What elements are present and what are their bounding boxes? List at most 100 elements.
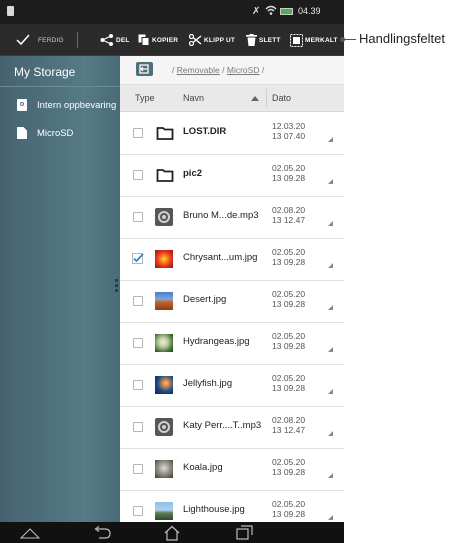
- file-date-time: 13 12.47: [272, 425, 306, 435]
- file-date-day: 02.05.20: [272, 373, 306, 383]
- tablet-screen: ✗ 04.39 FERDIG DEL KOPIER KLIPP UT SLETT: [0, 0, 344, 543]
- file-date-time: 13 07.40: [272, 131, 306, 141]
- row-menu-icon[interactable]: [328, 473, 333, 478]
- select-all-button[interactable]: MERKALT: [290, 24, 338, 56]
- sidebar-title: My Storage: [14, 65, 76, 79]
- file-row[interactable]: Hydrangeas.jpg 02.05.20 13 09.28: [120, 322, 344, 365]
- status-bar: ✗ 04.39: [0, 0, 344, 24]
- file-name: Katy Perr....T..mp3: [183, 420, 262, 431]
- copy-label: KOPIER: [152, 36, 179, 44]
- file-date-day: 02.08.20: [272, 415, 306, 425]
- row-menu-icon[interactable]: [328, 137, 333, 142]
- share-button[interactable]: DEL: [100, 24, 130, 56]
- back-icon[interactable]: [92, 526, 112, 539]
- file-date-time: 13 09.28: [272, 299, 306, 309]
- row-menu-icon[interactable]: [328, 221, 333, 226]
- file-row[interactable]: Chrysant...um.jpg 02.05.20 13 09.28: [120, 238, 344, 281]
- row-checkbox[interactable]: [133, 212, 143, 222]
- row-checkbox[interactable]: [133, 506, 143, 516]
- storage-sidebar: My Storage Intern oppbevaring MicroSD: [0, 56, 120, 522]
- file-date-day: 02.05.20: [272, 499, 306, 509]
- image-thumbnail: [155, 291, 175, 311]
- file-row[interactable]: LOST.DIR 12.03.20 13 07.40: [120, 112, 344, 155]
- column-header: Type Navn Dato: [120, 85, 344, 112]
- breadcrumb-removable[interactable]: Removable: [177, 65, 220, 75]
- file-date-day: 12.03.20: [272, 121, 306, 131]
- recent-apps-icon[interactable]: [236, 525, 254, 540]
- sidebar-item-label: Intern oppbevaring: [37, 99, 117, 111]
- file-list: LOST.DIR 12.03.20 13 07.40 pic2 02.05.20 13 0…: [120, 112, 344, 522]
- file-row[interactable]: Koala.jpg 02.05.20 13 09.28: [120, 448, 344, 491]
- up-folder-button[interactable]: [136, 62, 153, 76]
- row-checkbox[interactable]: [133, 296, 143, 306]
- file-date-day: 02.05.20: [272, 289, 306, 299]
- image-thumbnail: [155, 375, 175, 395]
- copy-icon: [138, 34, 150, 46]
- action-divider: [77, 32, 78, 48]
- row-menu-icon[interactable]: [328, 431, 333, 436]
- done-button[interactable]: FERDIG: [16, 24, 64, 56]
- row-menu-icon[interactable]: [328, 347, 333, 352]
- row-checkbox[interactable]: [133, 128, 143, 138]
- select-all-icon: [290, 33, 303, 47]
- file-name: pic2: [183, 168, 203, 179]
- file-row[interactable]: pic2 02.05.20 13 09.28: [120, 154, 344, 197]
- file-row[interactable]: Lighthouse.jpg 02.05.20 13 09.28: [120, 490, 344, 522]
- phone-storage-icon: [17, 99, 27, 111]
- sidebar-resize-handle[interactable]: [115, 279, 118, 293]
- file-date-day: 02.08.20: [272, 205, 306, 215]
- row-checkbox[interactable]: [133, 380, 143, 390]
- home-icon[interactable]: [163, 525, 181, 541]
- share-icon: [100, 34, 113, 46]
- file-date-day: 02.05.20: [272, 331, 306, 341]
- file-date-time: 13 09.28: [272, 257, 306, 267]
- home-outline-icon[interactable]: [20, 527, 40, 539]
- column-date[interactable]: Dato: [272, 93, 291, 103]
- file-name: Hydrangeas.jpg: [183, 336, 250, 347]
- row-menu-icon[interactable]: [328, 389, 333, 394]
- row-menu-icon[interactable]: [328, 179, 333, 184]
- file-row[interactable]: Bruno M...de.mp3 02.08.20 13 12.47: [120, 196, 344, 239]
- row-menu-icon[interactable]: [328, 515, 333, 520]
- row-checkbox[interactable]: [132, 253, 144, 264]
- sort-arrow-icon[interactable]: [251, 96, 259, 101]
- back-folder-icon: [139, 64, 149, 74]
- file-date: 02.05.20 13 09.28: [272, 457, 305, 477]
- breadcrumb-separator: /: [222, 65, 225, 75]
- copy-button[interactable]: KOPIER: [138, 24, 178, 56]
- file-date: 02.05.20 13 09.28: [272, 373, 305, 393]
- file-date-day: 02.05.20: [272, 163, 306, 173]
- row-menu-icon[interactable]: [328, 263, 333, 268]
- cut-button[interactable]: KLIPP UT: [189, 24, 235, 56]
- file-row[interactable]: Katy Perr....T..mp3 02.08.20 13 12.47: [120, 406, 344, 449]
- folder-icon: [155, 165, 175, 185]
- column-divider: [266, 89, 267, 107]
- file-row[interactable]: Jellyfish.jpg 02.05.20 13 09.28: [120, 364, 344, 407]
- file-date-time: 13 12.47: [272, 215, 306, 225]
- trash-icon: [246, 34, 257, 46]
- row-checkbox[interactable]: [133, 422, 143, 432]
- row-checkbox[interactable]: [133, 338, 143, 348]
- breadcrumb-bar: / Removable / MicroSD /: [120, 56, 344, 85]
- file-date-time: 13 09.28: [272, 383, 306, 393]
- column-name[interactable]: Navn: [183, 93, 204, 103]
- breadcrumb-microsd[interactable]: MicroSD: [227, 65, 260, 75]
- file-date: 02.05.20 13 09.28: [272, 499, 305, 519]
- folder-icon: [155, 123, 175, 143]
- row-menu-icon[interactable]: [328, 305, 333, 310]
- navigation-bar: [0, 522, 344, 543]
- delete-button[interactable]: SLETT: [246, 24, 281, 56]
- file-name: Desert.jpg: [183, 294, 227, 305]
- image-thumbnail: [155, 333, 175, 353]
- row-checkbox[interactable]: [133, 170, 143, 180]
- file-row[interactable]: Desert.jpg 02.05.20 13 09.28: [120, 280, 344, 323]
- file-date-time: 13 09.28: [272, 173, 306, 183]
- cut-label: KLIPP UT: [204, 36, 236, 44]
- sidebar-item-microsd[interactable]: MicroSD: [0, 115, 120, 151]
- image-thumbnail: [155, 459, 175, 479]
- file-date: 02.08.20 13 12.47: [272, 415, 305, 435]
- file-date-time: 13 09.28: [272, 509, 306, 519]
- callout-label: Handlingsfeltet: [359, 31, 445, 46]
- column-type[interactable]: Type: [135, 93, 155, 103]
- row-checkbox[interactable]: [133, 464, 143, 474]
